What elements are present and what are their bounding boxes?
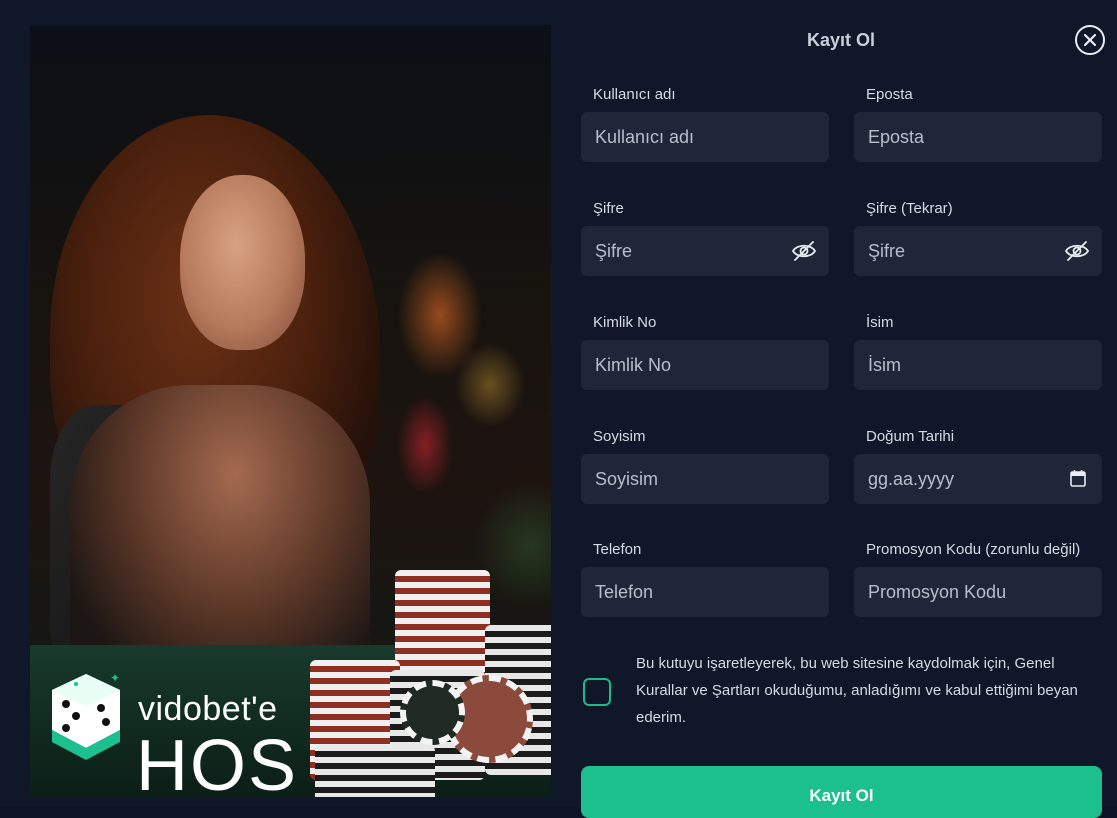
last-name-placeholder: Soyisim — [595, 468, 659, 489]
register-modal: ✦ vidobet'e HOS Kayıt Ol Kullanıcı adı K… — [0, 0, 1117, 818]
terms-text: Bu kutuyu işaretleyerek, bu web sitesine… — [636, 655, 1078, 726]
close-icon — [1083, 33, 1097, 47]
birth-date-placeholder: gg.aa.yyyy — [868, 468, 955, 489]
promo-code-placeholder: Promosyon Kodu — [868, 581, 1007, 602]
phone-placeholder: Telefon — [595, 581, 654, 602]
password-placeholder: Şifre — [595, 240, 633, 261]
first-name-placeholder: İsim — [868, 354, 901, 375]
id-number-placeholder: Kimlik No — [595, 354, 672, 375]
password-label: Şifre — [593, 200, 624, 217]
terms-checkbox[interactable] — [583, 678, 611, 706]
eye-off-icon[interactable] — [791, 239, 817, 263]
modal-title: Kayıt Ol — [806, 30, 876, 50]
phone-label: Telefon — [593, 541, 642, 558]
vidobet-logo: ✦ vidobet'e HOS — [46, 670, 296, 797]
password-repeat-placeholder: Şifre — [868, 240, 906, 261]
password-repeat-label: Şifre (Tekrar) — [866, 200, 953, 217]
email-label: Eposta — [866, 86, 913, 103]
username-input[interactable]: Kullanıcı adı — [581, 112, 829, 162]
brand-line2: HOS — [136, 726, 299, 797]
last-name-label: Soyisim — [593, 428, 646, 445]
promo-code-input[interactable]: Promosyon Kodu — [854, 567, 1102, 617]
username-field: Kullanıcı adı Kullanıcı adı — [581, 86, 829, 162]
birth-date-input[interactable]: gg.aa.yyyy — [854, 454, 1102, 504]
username-label: Kullanıcı adı — [593, 86, 676, 103]
brand-line1: vidobet'e — [138, 690, 278, 728]
promo-code-field: Promosyon Kodu (zorunlu değil) Promosyon… — [854, 541, 1102, 617]
id-number-input[interactable]: Kimlik No — [581, 340, 829, 390]
email-input[interactable]: Eposta — [854, 112, 1102, 162]
last-name-field: Soyisim Soyisim — [581, 428, 829, 504]
promo-image: ✦ vidobet'e HOS — [30, 25, 551, 797]
email-placeholder: Eposta — [868, 126, 925, 147]
password-repeat-field: Şifre (Tekrar) Şifre — [854, 200, 1102, 276]
last-name-input[interactable]: Soyisim — [581, 454, 829, 504]
password-field: Şifre Şifre — [581, 200, 829, 276]
eye-off-icon[interactable] — [1064, 239, 1090, 263]
password-repeat-input[interactable]: Şifre — [854, 226, 1102, 276]
phone-input[interactable]: Telefon — [581, 567, 829, 617]
birth-date-field: Doğum Tarihi gg.aa.yyyy — [854, 428, 1102, 504]
password-input[interactable]: Şifre — [581, 226, 829, 276]
terms-consent: Bu kutuyu işaretleyerek, bu web sitesine… — [583, 650, 1103, 735]
birth-date-label: Doğum Tarihi — [866, 428, 955, 445]
id-number-field: Kimlik No Kimlik No — [581, 314, 829, 390]
first-name-label: İsim — [866, 314, 894, 331]
promo-face — [180, 175, 305, 350]
first-name-field: İsim İsim — [854, 314, 1102, 390]
register-submit-button[interactable]: Kayıt Ol — [581, 766, 1102, 818]
username-placeholder: Kullanıcı adı — [595, 126, 695, 147]
dice-logo-icon: ✦ — [52, 671, 120, 760]
phone-field: Telefon Telefon — [581, 541, 829, 617]
calendar-icon[interactable] — [1070, 469, 1086, 487]
email-field: Eposta Eposta — [854, 86, 1102, 162]
promo-code-label: Promosyon Kodu (zorunlu değil) — [866, 541, 1081, 558]
svg-text:✦: ✦ — [110, 671, 120, 685]
close-button[interactable] — [1075, 25, 1105, 55]
id-number-label: Kimlik No — [593, 314, 657, 331]
poker-chips — [270, 570, 551, 797]
first-name-input[interactable]: İsim — [854, 340, 1102, 390]
